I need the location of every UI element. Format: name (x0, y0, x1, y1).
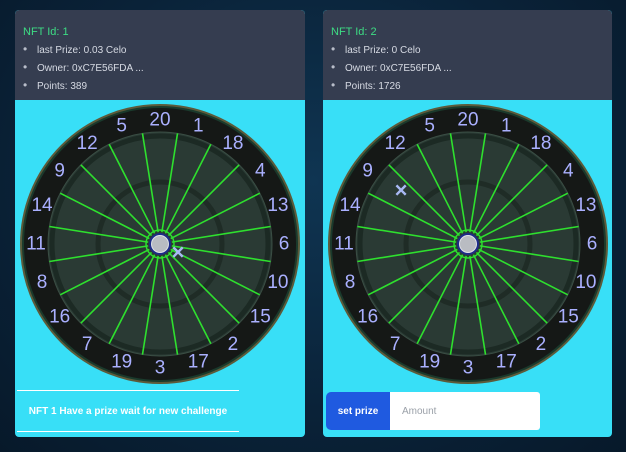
board-number: 7 (82, 334, 93, 355)
points: Points: 389 (23, 76, 144, 94)
board-number: 20 (149, 110, 170, 131)
dartboard[interactable]: 20 1 18 413 6 10 15 2 17 3 19 7 168 11 149 12 5 × (20, 104, 300, 384)
board-number: 13 (267, 195, 288, 216)
board-number: 11 (334, 234, 354, 255)
last-prize: last Prize: 0.03 Celo (23, 40, 144, 58)
board-number: 7 (390, 334, 401, 355)
bullseye (151, 235, 169, 253)
card-header: NFT Id: 2 last Prize: 0 Celo Owner: 0xC7… (323, 10, 612, 100)
owner: Owner: 0xC7E56FDA ... (23, 58, 144, 76)
board-number: 19 (111, 351, 132, 372)
board-number: 9 (54, 161, 65, 182)
board-number: 4 (255, 161, 266, 182)
board-number: 5 (424, 116, 435, 137)
board-number: 17 (188, 351, 209, 372)
board-number: 1 (193, 116, 204, 137)
board-number: 12 (77, 133, 98, 154)
board-number: 11 (26, 234, 46, 255)
board-number: 1 (501, 116, 512, 137)
board-number: 2 (228, 334, 239, 355)
board-number: 16 (357, 306, 378, 327)
card-header: NFT Id: 1 last Prize: 0.03 Celo Owner: 0… (15, 10, 305, 100)
board-number: 17 (496, 351, 517, 372)
nft-info-list: last Prize: 0 Celo Owner: 0xC7E56FDA ...… (331, 40, 452, 94)
last-prize: last Prize: 0 Celo (331, 40, 452, 58)
dartboard[interactable]: 20 1 18 413 6 10 15 2 17 3 19 7 168 11 149 12 5 × (328, 104, 608, 384)
prize-message: NFT 1 Have a prize wait for new challeng… (17, 390, 239, 432)
board-number: 10 (267, 272, 288, 293)
nft-card-2: NFT Id: 2 last Prize: 0 Celo Owner: 0xC7… (323, 10, 612, 437)
board-number: 14 (339, 195, 361, 216)
points: Points: 1726 (331, 76, 452, 94)
board-number: 15 (558, 306, 579, 327)
nft-card-1: NFT Id: 1 last Prize: 0.03 Celo Owner: 0… (15, 10, 305, 437)
board-number: 10 (575, 272, 596, 293)
board-number: 4 (563, 161, 574, 182)
board-number: 19 (419, 351, 440, 372)
nft-id: NFT Id: 2 (331, 26, 377, 38)
nft-info-list: last Prize: 0.03 Celo Owner: 0xC7E56FDA … (23, 40, 144, 94)
board-number: 16 (49, 306, 70, 327)
bullseye (459, 235, 477, 253)
prize-message-text: NFT 1 Have a prize wait for new challeng… (28, 405, 228, 417)
owner: Owner: 0xC7E56FDA ... (331, 58, 452, 76)
board-number: 3 (155, 358, 166, 379)
dart-hit-marker: × (395, 178, 408, 203)
set-prize-button[interactable]: set prize (326, 392, 390, 430)
board-number: 18 (222, 133, 243, 154)
board-number: 5 (116, 116, 127, 137)
board-number: 14 (31, 195, 53, 216)
board-number: 8 (37, 272, 48, 293)
board-number: 15 (250, 306, 271, 327)
board-number: 6 (279, 234, 290, 255)
board-number: 8 (345, 272, 356, 293)
board-number: 3 (463, 358, 474, 379)
board-number: 6 (587, 234, 598, 255)
board-number: 13 (575, 195, 596, 216)
board-number: 2 (536, 334, 547, 355)
board-number: 9 (362, 161, 373, 182)
nft-id: NFT Id: 1 (23, 26, 69, 38)
board-number: 20 (457, 110, 478, 131)
board-number: 18 (530, 133, 551, 154)
dart-hit-marker: × (172, 240, 185, 265)
amount-input[interactable] (390, 392, 540, 430)
board-number: 12 (385, 133, 406, 154)
